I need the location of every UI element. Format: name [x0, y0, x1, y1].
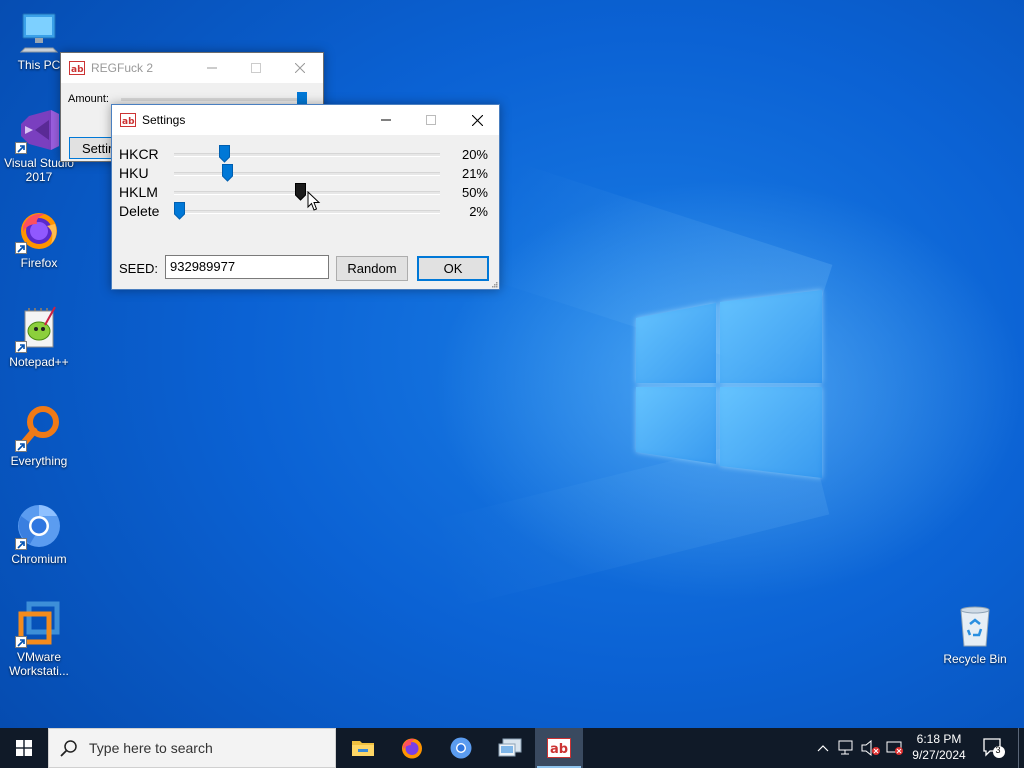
desktop-icon-everything[interactable]: Everything [0, 404, 78, 468]
search-icon [49, 739, 89, 757]
main-window-titlebar[interactable]: ab REGFuck 2 [61, 53, 323, 83]
computer-icon [15, 8, 63, 56]
hkcr-label: HKCR [119, 146, 159, 162]
vmware-icon [15, 600, 63, 648]
hklm-label: HKLM [119, 184, 158, 200]
remote-desktop-icon [498, 738, 522, 757]
shortcut-arrow-icon [15, 636, 27, 648]
clock-time: 6:18 PM [916, 732, 962, 746]
hkcr-slider-track [174, 153, 440, 157]
hku-slider-thumb[interactable] [222, 164, 233, 182]
recycle-bin-icon [951, 602, 999, 650]
search-placeholder: Type here to search [89, 740, 213, 756]
everything-search-icon [15, 404, 63, 452]
desktop-icon-recycle-bin[interactable]: Recycle Bin [936, 602, 1014, 666]
hku-slider-track [174, 172, 440, 176]
chevron-up-icon [817, 745, 829, 752]
delete-label: Delete [119, 203, 160, 219]
network-icon [838, 740, 853, 755]
taskbar-chromium[interactable] [437, 728, 485, 768]
desktop-icon-label: Chromium [11, 552, 67, 566]
settings-window[interactable]: ab Settings HKCR 20% HKU 21% HKLM 50% De… [111, 104, 500, 290]
hklm-percent: 50% [461, 185, 488, 200]
minimize-button[interactable] [363, 105, 409, 135]
shortcut-arrow-icon [15, 142, 27, 154]
action-center-button[interactable]: 3 [978, 728, 1010, 768]
notepad-plus-plus-icon [15, 305, 63, 353]
amount-label: Amount: [68, 93, 109, 105]
seed-input[interactable]: 932989977 [165, 255, 329, 279]
hkcr-slider-thumb[interactable] [219, 145, 230, 163]
resize-grip-icon[interactable] [490, 280, 498, 288]
regedit-app-icon: ab [547, 738, 571, 758]
folder-icon [352, 741, 374, 756]
svg-text:ab: ab [71, 65, 84, 75]
tray-overflow-chevron[interactable] [814, 728, 832, 768]
chromium-icon [450, 737, 472, 759]
taskbar-file-explorer[interactable] [339, 728, 387, 768]
shortcut-arrow-icon [15, 242, 27, 254]
hku-label: HKU [119, 165, 149, 181]
shortcut-arrow-icon [15, 538, 27, 550]
delete-slider-thumb[interactable] [174, 202, 185, 220]
show-desktop-strip[interactable] [1018, 728, 1024, 768]
volume-muted-icon [861, 740, 880, 756]
minimize-button[interactable] [189, 53, 235, 83]
firefox-icon [15, 206, 63, 254]
desktop-icon-notepad-plus-plus[interactable]: Notepad++ [0, 305, 78, 369]
hkcr-percent: 20% [461, 147, 488, 162]
desktop-icon-firefox[interactable]: Firefox [0, 206, 78, 270]
maximize-button[interactable] [408, 105, 454, 135]
regedit-app-icon: ab [120, 112, 136, 128]
seed-label: SEED: [119, 261, 159, 276]
amount-slider-track [121, 98, 301, 101]
tray-network[interactable] [836, 728, 858, 768]
taskbar-remote-app[interactable] [486, 728, 534, 768]
taskbar-clock[interactable]: 6:18 PM 9/27/2024 [904, 731, 974, 763]
visual-studio-icon [15, 106, 63, 154]
desktop-icon-label: Recycle Bin [943, 652, 1007, 666]
tray-security[interactable] [884, 728, 906, 768]
windows-start-icon [16, 740, 32, 756]
window-title: Settings [142, 113, 186, 127]
settings-titlebar[interactable]: ab Settings [112, 105, 499, 135]
close-button[interactable] [454, 105, 500, 135]
hklm-slider-thumb[interactable] [295, 183, 306, 201]
desktop-icon-chromium[interactable]: Chromium [0, 502, 78, 566]
display-warning-icon [886, 741, 903, 755]
desktop-icon-label: Notepad++ [9, 355, 69, 369]
delete-percent: 2% [469, 204, 488, 219]
tray-volume[interactable] [860, 728, 882, 768]
taskbar-regfuck[interactable]: ab [535, 728, 583, 768]
shortcut-arrow-icon [15, 440, 27, 452]
desktop-icon-label: Everything [10, 454, 68, 468]
svg-text:ab: ab [550, 742, 568, 757]
taskbar-firefox[interactable] [388, 728, 436, 768]
close-button[interactable] [277, 53, 323, 83]
chromium-icon [15, 502, 63, 550]
mouse-cursor-icon [307, 191, 321, 211]
regedit-app-icon: ab [69, 60, 85, 76]
window-title: REGFuck 2 [91, 61, 154, 75]
notification-count: 3 [995, 745, 1001, 755]
random-button[interactable]: Random [336, 256, 408, 281]
hku-percent: 21% [461, 166, 488, 181]
taskbar-search-box[interactable]: Type here to search [48, 728, 336, 768]
shortcut-arrow-icon [15, 341, 27, 353]
maximize-button[interactable] [233, 53, 279, 83]
svg-text:ab: ab [122, 117, 135, 127]
desktop-icon-vmware[interactable]: VMware Workstati... [0, 600, 78, 678]
start-button[interactable] [0, 728, 48, 768]
firefox-icon [402, 738, 422, 759]
desktop-icon-label: Firefox [20, 256, 58, 270]
desktop-icon-label: VMware Workstati... [9, 650, 69, 678]
ok-button[interactable]: OK [417, 256, 489, 281]
clock-date: 9/27/2024 [912, 748, 966, 762]
